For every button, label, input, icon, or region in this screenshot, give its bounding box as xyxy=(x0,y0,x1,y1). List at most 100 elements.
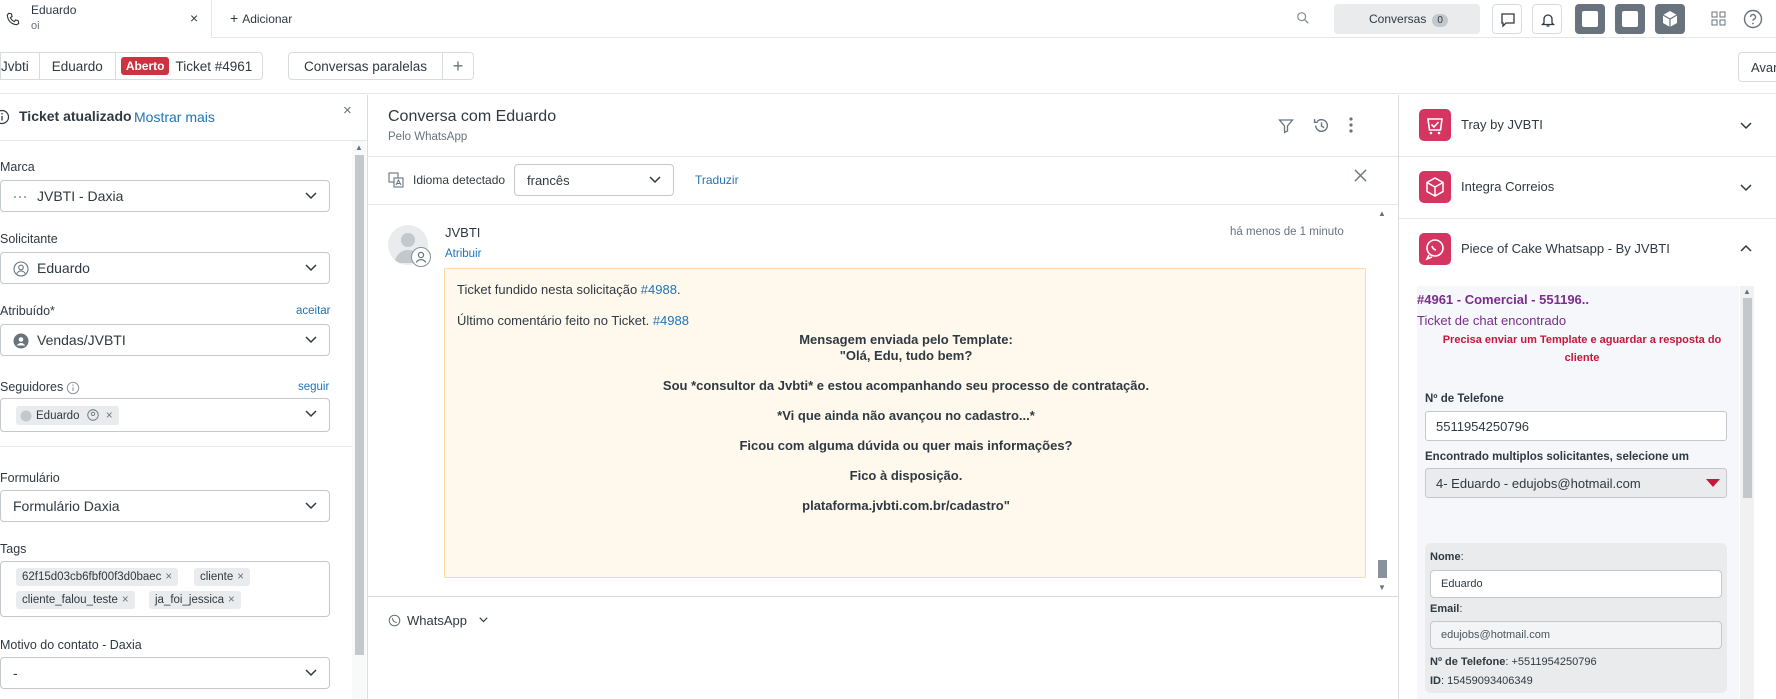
chevron-down-icon[interactable] xyxy=(1740,184,1752,192)
message-scrollbar[interactable]: ▲ ▼ xyxy=(1375,205,1389,597)
email-label: Email: xyxy=(1430,603,1462,615)
tray-logo-icon xyxy=(1419,109,1451,141)
add-tab-label: Adicionar xyxy=(242,12,293,26)
history-icon[interactable] xyxy=(1313,117,1330,134)
telephone-value: +5511954250796 xyxy=(1511,656,1597,668)
tag-label: cliente xyxy=(200,571,234,583)
composer[interactable]: WhatsApp xyxy=(368,597,1398,699)
remove-tag-icon[interactable]: × xyxy=(228,594,235,606)
scroll-up-icon[interactable]: ▲ xyxy=(1378,209,1386,218)
advance-button[interactable]: Avan xyxy=(1738,52,1776,82)
conversation-header: Conversa com Eduardo Pelo WhatsApp xyxy=(368,95,1398,157)
chevron-down-icon[interactable] xyxy=(1740,122,1752,130)
name-input[interactable]: Eduardo xyxy=(1430,570,1722,598)
follower-name: Eduardo xyxy=(36,410,80,422)
contact-reason-select[interactable]: - xyxy=(0,657,330,689)
help-icon[interactable] xyxy=(1743,9,1763,29)
email-input[interactable]: edujobs@hotmail.com xyxy=(1430,621,1722,649)
status-badge: Aberto xyxy=(120,57,170,75)
message-author: JVBTI xyxy=(445,225,481,240)
requester-dropdown-value: 4- Eduardo - edujobs@hotmail.com xyxy=(1436,476,1641,491)
remove-follower-icon[interactable]: × xyxy=(106,410,113,422)
conversation-tab[interactable]: Eduardo oi × xyxy=(0,0,212,38)
scroll-up-icon[interactable]: ▲ xyxy=(1743,287,1751,296)
brand-select[interactable]: JVBTI - Daxia xyxy=(0,180,330,212)
assignee-select[interactable]: Vendas/JVBTI xyxy=(0,324,330,356)
take-it-link[interactable]: aceitar xyxy=(296,305,331,317)
chat-icon xyxy=(1500,12,1516,28)
close-banner-icon[interactable]: × xyxy=(343,102,352,119)
grid-icon[interactable] xyxy=(1711,11,1727,27)
detected-language-label: Idioma detectado xyxy=(413,173,506,187)
scroll-up-icon[interactable]: ▲ xyxy=(355,143,363,152)
scrollbar-thumb[interactable] xyxy=(1378,560,1387,578)
search-icon[interactable] xyxy=(1296,11,1310,25)
tags-field[interactable]: 62f15d03cb6fbf00f3d0baec × cliente × clien… xyxy=(0,561,330,617)
requester-dropdown[interactable]: 4- Eduardo - edujobs@hotmail.com xyxy=(1425,468,1727,498)
followers-field[interactable]: Eduardo × xyxy=(0,398,330,432)
remove-tag-icon[interactable]: × xyxy=(237,571,244,583)
remove-tag-icon[interactable]: × xyxy=(165,571,172,583)
assign-link[interactable]: Atribuir xyxy=(445,248,481,260)
close-tab-icon[interactable]: × xyxy=(190,10,198,26)
requester-select[interactable]: Eduardo xyxy=(0,252,330,284)
message-line: Sou *consultor da Jvbti* e estou acompan… xyxy=(662,378,1150,393)
breadcrumb-user[interactable]: Eduardo xyxy=(40,53,116,79)
app-name: Integra Correios xyxy=(1461,179,1555,194)
form-value: Formulário Daxia xyxy=(13,498,120,514)
breadcrumb: Jvbti Eduardo Aberto Ticket #4961 xyxy=(0,52,264,80)
app-button-2[interactable] xyxy=(1615,4,1645,34)
conversations-button[interactable]: Conversas 0 xyxy=(1334,4,1480,34)
chevron-down-icon xyxy=(649,176,661,184)
remove-tag-icon[interactable]: × xyxy=(122,594,129,606)
poc-ticket-title[interactable]: #4961 - Comercial - 551196.. xyxy=(1417,292,1589,307)
follow-link[interactable]: seguir xyxy=(298,381,329,393)
translate-link[interactable]: Traduzir xyxy=(695,173,739,187)
scrollbar-thumb[interactable] xyxy=(1743,298,1752,498)
app-scrollbar[interactable]: ▲ xyxy=(1740,286,1754,699)
add-parallel-icon[interactable]: + xyxy=(443,56,473,77)
scrollbar-thumb[interactable] xyxy=(355,155,364,655)
channel-label: WhatsApp xyxy=(407,613,467,628)
channel-selector[interactable]: WhatsApp xyxy=(388,613,488,628)
ticket-link[interactable]: #4988 xyxy=(653,313,689,328)
app-integra-correios[interactable]: Integra Correios xyxy=(1399,157,1776,219)
contact-reason-label: Motivo do contato - Daxia xyxy=(0,638,142,652)
message-timestamp: há menos de 1 minuto xyxy=(1230,226,1344,238)
translation-bar: Idioma detectado francês Traduzir xyxy=(368,157,1398,205)
message-bubble: Ticket fundido nesta solicitação #4988. … xyxy=(444,268,1366,578)
tag-label: 62f15d03cb6fbf00f3d0baec xyxy=(22,571,162,583)
show-more-link[interactable]: Mostrar mais xyxy=(134,109,215,125)
chevron-up-icon[interactable] xyxy=(1740,244,1752,252)
email-label-text: Email xyxy=(1430,603,1460,615)
parallel-conversations-button[interactable]: Conversas paralelas xyxy=(289,53,444,79)
breadcrumb-ticket[interactable]: Aberto Ticket #4961 xyxy=(116,53,262,79)
language-select[interactable]: francês xyxy=(514,164,674,196)
app-button-3[interactable] xyxy=(1655,4,1685,34)
close-translation-icon[interactable] xyxy=(1354,169,1367,182)
app-piece-of-cake[interactable]: Piece of Cake Whatsapp - By JVBTI xyxy=(1399,219,1776,281)
assignee-value: Vendas/JVBTI xyxy=(37,332,126,348)
multiple-requesters-label: Encontrado multiplos solicitantes, selec… xyxy=(1425,451,1689,463)
ticket-link[interactable]: #4988 xyxy=(641,282,677,297)
app-button-1[interactable] xyxy=(1575,4,1605,34)
merge-note-text: Ticket fundido nesta solicitação xyxy=(457,282,641,297)
form-select[interactable]: Formulário Daxia xyxy=(0,490,330,522)
chat-button[interactable] xyxy=(1492,4,1522,34)
phone-icon xyxy=(6,12,20,26)
left-scrollbar[interactable]: ▲ xyxy=(352,141,366,699)
add-tab-button[interactable]: + Adicionar xyxy=(230,10,292,26)
notifications-button[interactable] xyxy=(1532,4,1562,34)
app-tray[interactable]: Tray by JVBTI xyxy=(1399,95,1776,157)
conversations-label: Conversas xyxy=(1369,12,1427,26)
chevron-down-icon xyxy=(305,502,317,510)
scroll-down-icon[interactable]: ▼ xyxy=(1378,583,1386,592)
more-options-icon[interactable] xyxy=(1349,117,1353,133)
requester-label: Solicitante xyxy=(0,232,58,246)
last-comment-note: Último comentário feito no Ticket. #4988 xyxy=(457,313,689,328)
phone-input[interactable]: 5511954250796 xyxy=(1425,411,1727,441)
filter-icon[interactable] xyxy=(1278,118,1294,134)
cube-icon xyxy=(1661,10,1679,28)
tag-pill: ja_foi_jessica × xyxy=(149,591,241,609)
breadcrumb-org[interactable]: Jvbti xyxy=(1,53,40,79)
